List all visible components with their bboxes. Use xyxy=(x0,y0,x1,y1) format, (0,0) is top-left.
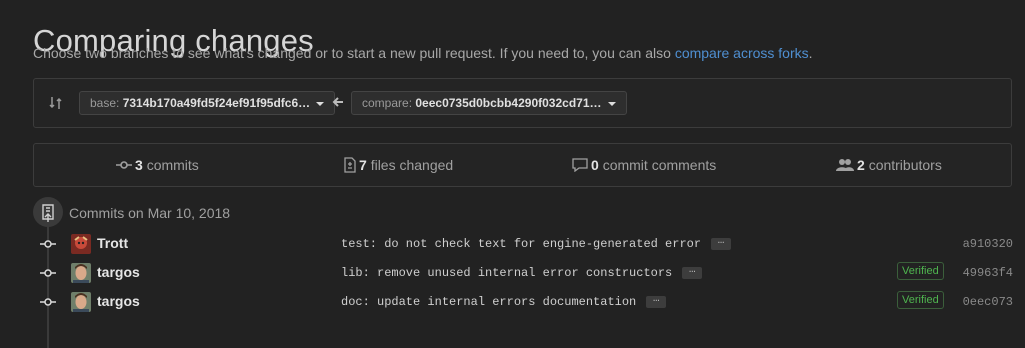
commit-icon xyxy=(116,161,132,170)
commit-row: Trott test: do not check text for engine… xyxy=(0,231,1025,260)
commit-message[interactable]: lib: remove unused internal error constr… xyxy=(341,266,672,280)
avatar[interactable] xyxy=(71,234,91,254)
comments-count: 0 xyxy=(591,157,599,173)
commit-node-icon xyxy=(40,269,56,277)
range-editor: base: 7314b170a49fd5f24ef91f95dfc6… comp… xyxy=(33,78,1012,128)
commit-row: targos doc: update internal errors docum… xyxy=(0,289,1025,318)
contributors-stat[interactable]: 2 contributors xyxy=(836,144,942,186)
commit-message[interactable]: test: do not check text for engine-gener… xyxy=(341,237,701,251)
commit-author[interactable]: targos xyxy=(97,293,140,309)
compare-across-forks-link[interactable]: compare across forks xyxy=(675,45,809,61)
commits-label: commits xyxy=(146,157,199,173)
compare-branch-select[interactable]: compare: 0eec0735d0bcbb4290f032cd71… xyxy=(351,91,627,115)
commit-message[interactable]: doc: update internal errors documentatio… xyxy=(341,295,636,309)
commit-message-line: lib: remove unused internal error constr… xyxy=(341,264,703,280)
repo-push-icon xyxy=(42,204,54,222)
base-value: 7314b170a49fd5f24ef91f95dfc6… xyxy=(122,96,311,110)
compare-value: 0eec0735d0bcbb4290f032cd71… xyxy=(415,96,602,110)
commit-node-icon xyxy=(40,298,56,306)
base-branch-select[interactable]: base: 7314b170a49fd5f24ef91f95dfc6… xyxy=(79,91,336,115)
commit-sha[interactable]: 49963f4 xyxy=(963,266,1013,280)
comments-label: commit comments xyxy=(602,157,717,173)
commit-row: targos lib: remove unused internal error… xyxy=(0,260,1025,289)
comment-icon xyxy=(572,158,588,173)
subtitle-text: Choose two branches to see what’s change… xyxy=(33,45,675,61)
subtitle-suffix: . xyxy=(808,45,813,61)
page-subtitle: Choose two branches to see what’s change… xyxy=(33,45,813,61)
arrow-left-icon xyxy=(332,97,343,107)
contributors-label: contributors xyxy=(868,157,942,173)
avatar[interactable] xyxy=(71,292,91,312)
expand-message-button[interactable]: … xyxy=(646,293,667,308)
commits-count: 3 xyxy=(135,157,143,173)
commit-node-icon xyxy=(40,240,56,248)
commit-author[interactable]: Trott xyxy=(97,235,128,251)
commits-date-heading: Commits on Mar 10, 2018 xyxy=(69,205,231,221)
commit-sha[interactable]: 0eec073 xyxy=(963,295,1013,309)
numbers-summary: 3 commits 7 files changed 0 commit comme… xyxy=(33,143,1012,187)
compare-label: compare: xyxy=(362,96,413,110)
contributors-count: 2 xyxy=(857,157,865,173)
expand-message-button[interactable]: … xyxy=(711,235,732,250)
verified-badge[interactable]: Verified xyxy=(897,262,944,280)
commit-comments-stat[interactable]: 0 commit comments xyxy=(572,144,716,186)
files-changed-stat[interactable]: 7 files changed xyxy=(344,144,453,186)
file-diff-icon xyxy=(344,157,356,173)
commit-author[interactable]: targos xyxy=(97,264,140,280)
compare-arrows-icon xyxy=(49,97,62,109)
commits-day-icon xyxy=(33,197,63,227)
expand-message-button[interactable]: … xyxy=(682,264,703,279)
commit-message-line: doc: update internal errors documentatio… xyxy=(341,293,667,309)
files-count: 7 xyxy=(359,157,367,173)
chevron-down-icon xyxy=(607,101,616,106)
commit-message-line: test: do not check text for engine-gener… xyxy=(341,235,732,251)
base-label: base: xyxy=(90,96,120,110)
verified-badge[interactable]: Verified xyxy=(897,291,944,309)
files-label: files changed xyxy=(370,157,454,173)
people-icon xyxy=(836,159,854,172)
commit-sha[interactable]: a910320 xyxy=(963,237,1013,251)
chevron-down-icon xyxy=(316,101,325,106)
avatar[interactable] xyxy=(71,263,91,283)
commits-stat[interactable]: 3 commits xyxy=(116,144,199,186)
